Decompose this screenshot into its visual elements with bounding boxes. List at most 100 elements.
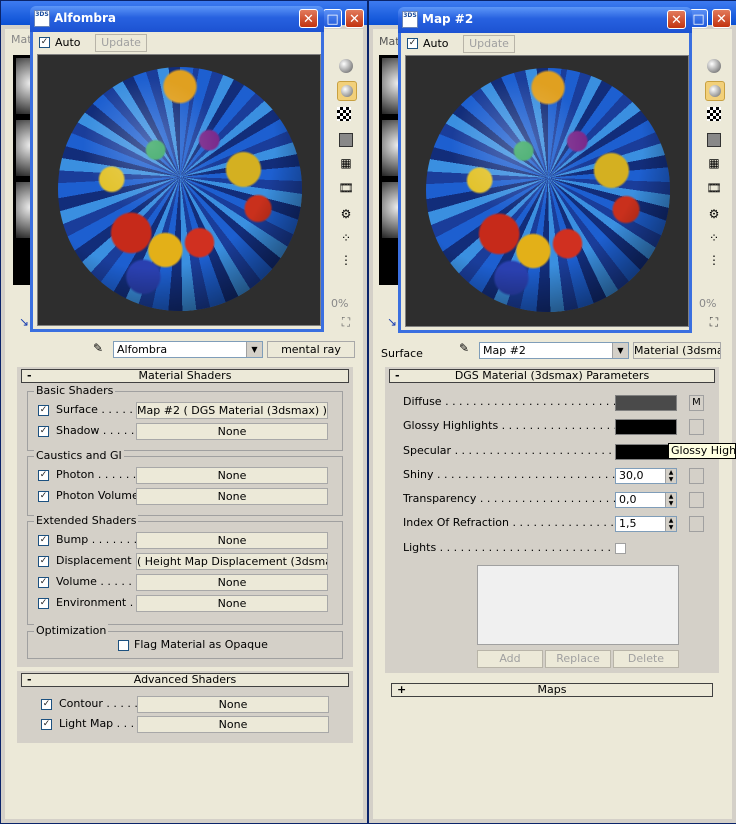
preview-titlebar: 3DS Map #2 ✕ — [398, 7, 692, 33]
environment-shader-button[interactable]: None — [136, 595, 328, 612]
backlight-icon[interactable] — [337, 81, 357, 101]
material-shaders-header[interactable]: - Material Shaders — [21, 369, 349, 383]
light-map-shader-button[interactable]: None — [137, 716, 329, 733]
auto-checkbox[interactable]: ✓ — [407, 38, 418, 49]
spinner-arrows-icon[interactable]: ▲ ▼ — [665, 469, 676, 483]
map-type-button[interactable]: Material (3dsmax) — [633, 342, 721, 359]
bump-shader-button[interactable]: None — [136, 532, 328, 549]
photon-volume-shader-button[interactable]: None — [136, 488, 328, 505]
volume-shader-button[interactable]: None — [136, 574, 328, 591]
eyedropper-icon[interactable]: ✎ — [89, 339, 107, 357]
ior-spinner[interactable]: 1,5 ▲ ▼ — [615, 516, 677, 532]
displacement-shader-button[interactable]: ( Height Map Displacement (3dsmax) ) — [136, 553, 328, 570]
auto-checkbox[interactable]: ✓ — [39, 37, 50, 48]
sample-uv-tiling-icon[interactable] — [705, 131, 723, 149]
select-by-material-icon[interactable]: ⁘ — [337, 229, 355, 247]
chevron-down-icon[interactable]: ▼ — [246, 342, 262, 357]
glossy-color-swatch[interactable] — [615, 419, 677, 435]
close-button[interactable]: ✕ — [667, 10, 686, 29]
make-preview-icon[interactable]: 🎞 — [337, 179, 355, 197]
photon-shader-button[interactable]: None — [136, 467, 328, 484]
shiny-value: 30,0 — [619, 469, 644, 482]
collapse-icon: - — [27, 673, 32, 686]
volume-label: Volume . . . . . . . — [56, 575, 146, 588]
menu-material-label[interactable]: Mat — [11, 33, 32, 46]
maximize-button[interactable]: □ — [323, 9, 342, 28]
bump-label: Bump . . . . . . . . — [56, 533, 145, 546]
shadow-checkbox[interactable]: ✓ — [38, 426, 49, 437]
app-icon: 3DS — [34, 10, 50, 27]
maps-rollout-header[interactable]: + Maps — [391, 683, 713, 697]
material-navigator-icon[interactable]: ⋮ — [337, 251, 355, 269]
surface-shader-button[interactable]: Map #2 ( DGS Material (3dsmax) ) — [136, 402, 328, 419]
video-color-check-icon[interactable]: ▦ — [705, 154, 723, 172]
replace-light-button[interactable]: Replace — [545, 650, 611, 668]
make-preview-icon[interactable]: 🎞 — [705, 179, 723, 197]
background-checker-icon[interactable] — [707, 107, 721, 121]
sample-uv-tiling-icon[interactable] — [337, 131, 355, 149]
diffuse-color-swatch[interactable] — [615, 395, 677, 411]
shadow-shader-button[interactable]: None — [136, 423, 328, 440]
scroll-left-arrow-icon[interactable]: ◄ — [379, 257, 386, 267]
advanced-shaders-header[interactable]: - Advanced Shaders — [21, 673, 349, 687]
chevron-down-icon[interactable]: ▼ — [612, 343, 628, 358]
ior-map-button[interactable] — [689, 516, 704, 532]
options-icon[interactable]: ⚙ — [337, 205, 355, 223]
close-button[interactable]: ✕ — [299, 9, 318, 28]
material-name-field[interactable]: Alfombra ▼ — [113, 341, 263, 358]
displacement-checkbox[interactable]: ✓ — [38, 556, 49, 567]
close-button[interactable]: ✕ — [712, 9, 731, 28]
spinner-arrows-icon[interactable]: ▲ ▼ — [665, 493, 676, 507]
preview-body: ✓ Auto Update — [401, 33, 689, 330]
add-light-button[interactable]: Add — [477, 650, 543, 668]
material-type-button[interactable]: mental ray — [267, 341, 355, 358]
material-navigator-icon[interactable]: ⋮ — [705, 251, 723, 269]
transparency-map-button[interactable] — [689, 492, 704, 508]
collapse-icon: - — [27, 369, 32, 382]
photon-checkbox[interactable]: ✓ — [38, 470, 49, 481]
close-button[interactable]: ✕ — [345, 9, 364, 28]
video-color-check-icon[interactable]: ▦ — [337, 154, 355, 172]
background-checker-icon[interactable] — [337, 107, 351, 121]
shiny-label: Shiny . . . . . . . . . . . . . . . . . … — [403, 468, 615, 481]
glossy-map-button[interactable] — [689, 419, 704, 435]
map-name-field[interactable]: Map #2 ▼ — [479, 342, 629, 359]
light-map-checkbox[interactable]: ✓ — [41, 719, 52, 730]
group-title: Basic Shaders — [34, 384, 116, 397]
surface-checkbox[interactable]: ✓ — [38, 405, 49, 416]
material-effects-channel-icon[interactable]: ⛶ — [705, 313, 723, 331]
scroll-left-arrow-icon[interactable]: ◄ — [13, 257, 20, 267]
select-by-material-icon[interactable]: ⁘ — [705, 229, 723, 247]
diffuse-label: Diffuse . . . . . . . . . . . . . . . . … — [403, 395, 615, 408]
delete-light-button[interactable]: Delete — [613, 650, 679, 668]
spinner-arrows-icon[interactable]: ▲ ▼ — [665, 517, 676, 531]
options-icon[interactable]: ⚙ — [705, 205, 723, 223]
material-effects-channel-icon[interactable]: ⛶ — [337, 313, 355, 331]
flag-opaque-checkbox[interactable] — [118, 640, 129, 651]
transparency-spinner[interactable]: 0,0 ▲ ▼ — [615, 492, 677, 508]
shiny-map-button[interactable] — [689, 468, 704, 484]
eyedropper-icon[interactable]: ✎ — [455, 339, 473, 357]
photon-volume-checkbox[interactable]: ✓ — [38, 491, 49, 502]
sample-type-sphere-icon[interactable] — [337, 57, 355, 75]
update-button[interactable]: Update — [95, 34, 147, 52]
app-icon: 3DS — [402, 11, 418, 28]
bump-checkbox[interactable]: ✓ — [38, 535, 49, 546]
shadow-label: Shadow . . . . . . — [56, 424, 142, 437]
sample-type-sphere-icon[interactable] — [705, 57, 723, 75]
contour-checkbox[interactable]: ✓ — [41, 699, 52, 710]
volume-checkbox[interactable]: ✓ — [38, 577, 49, 588]
material-name-value: Alfombra — [117, 343, 168, 356]
transparency-label: Transparency . . . . . . . . . . . . . .… — [403, 492, 615, 505]
rollout-title: Advanced Shaders — [133, 673, 237, 686]
ior-label: Index Of Refraction . . . . . . . . . . … — [403, 516, 615, 529]
contour-shader-button[interactable]: None — [137, 696, 329, 713]
lights-checkbox[interactable] — [615, 543, 626, 554]
shiny-spinner[interactable]: 30,0 ▲ ▼ — [615, 468, 677, 484]
diffuse-map-button[interactable]: M — [689, 395, 704, 411]
environment-checkbox[interactable]: ✓ — [38, 598, 49, 609]
dgs-parameters-header[interactable]: - DGS Material (3dsmax) Parameters — [389, 369, 715, 383]
update-button[interactable]: Update — [463, 35, 515, 53]
lights-list[interactable] — [477, 565, 679, 645]
backlight-icon[interactable] — [705, 81, 725, 101]
